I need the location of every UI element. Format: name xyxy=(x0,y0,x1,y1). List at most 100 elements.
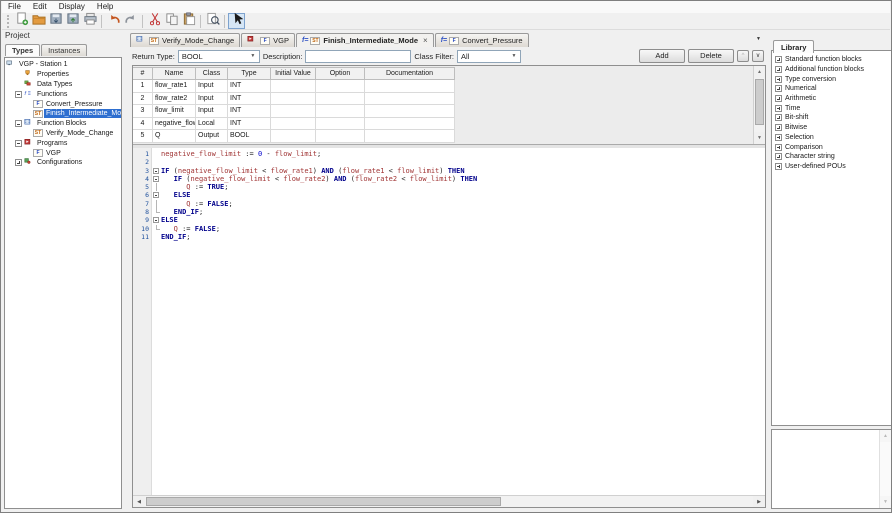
tree-item-vgp[interactable]: FVGP xyxy=(5,148,121,158)
grid-cell[interactable] xyxy=(365,80,455,93)
grid-cell[interactable]: INT xyxy=(228,105,271,118)
grid-header-option[interactable]: Option xyxy=(316,67,365,80)
tree-expander-icon[interactable] xyxy=(775,144,782,151)
new-file-button[interactable] xyxy=(13,13,30,29)
grid-header-documentation[interactable]: Documentation xyxy=(365,67,455,80)
fold-marker-icon[interactable] xyxy=(152,216,161,224)
vscrollbar-thumb[interactable] xyxy=(755,79,764,125)
tree-item-data-types[interactable]: Data Types xyxy=(5,80,121,90)
grid-cell[interactable] xyxy=(316,130,365,143)
tree-item-configurations[interactable]: Configurations xyxy=(5,158,121,168)
library-item-comparison[interactable]: Comparison xyxy=(772,142,891,152)
class-filter-select[interactable]: All ▼ xyxy=(457,50,521,63)
scroll-left-icon[interactable]: ◀ xyxy=(133,496,145,507)
code-line[interactable]: 8 END_IF; xyxy=(133,208,765,216)
library-item-selection[interactable]: Selection xyxy=(772,133,891,143)
library-item-standard-function-blocks[interactable]: Standard function blocks xyxy=(772,55,891,65)
tree-expander-icon[interactable] xyxy=(775,105,782,112)
tree-item-function-blocks[interactable]: Function Blocks xyxy=(5,119,121,129)
library-item-additional-function-blocks[interactable]: Additional function blocks xyxy=(772,65,891,75)
code-line[interactable]: 3IF (negative_flow_limit < flow_rate1) A… xyxy=(133,167,765,175)
tree-expander-icon[interactable] xyxy=(15,91,22,98)
grid-cell[interactable] xyxy=(316,118,365,131)
grid-cell[interactable]: INT xyxy=(228,80,271,93)
grid-header-class[interactable]: Class xyxy=(196,67,228,80)
tree-expander-icon[interactable] xyxy=(775,124,782,131)
tree-expander-icon[interactable] xyxy=(775,114,782,121)
undo-button[interactable] xyxy=(105,13,122,29)
library-item-user-defined-pous[interactable]: User-defined POUs xyxy=(772,162,891,172)
tree-expander-icon[interactable] xyxy=(775,95,782,102)
tree-expander-icon[interactable] xyxy=(15,159,22,166)
grid-cell[interactable] xyxy=(271,80,316,93)
scroll-up-icon[interactable]: ▲ xyxy=(754,66,765,78)
code-line[interactable]: 9ELSE xyxy=(133,216,765,224)
select-cursor-button[interactable] xyxy=(228,13,245,29)
code-line[interactable]: 7 Q := FALSE; xyxy=(133,200,765,208)
project-tab-instances[interactable]: Instances xyxy=(41,44,87,56)
grid-cell[interactable]: Local xyxy=(196,118,228,131)
grid-cell[interactable]: flow_rate1 xyxy=(153,80,196,93)
grid-cell[interactable]: negative_flow_l xyxy=(153,118,196,131)
code-hscrollbar[interactable]: ◀ ▶ xyxy=(133,495,765,507)
tree-expander-icon[interactable] xyxy=(775,66,782,73)
scroll-down-icon[interactable]: ▼ xyxy=(880,496,891,508)
grid-cell[interactable] xyxy=(365,93,455,106)
library-item-time[interactable]: Time xyxy=(772,103,891,113)
tree-item-verify-mode-change[interactable]: STVerify_Mode_Change xyxy=(5,129,121,139)
code-line[interactable]: 5 Q := TRUE; xyxy=(133,183,765,191)
scroll-down-icon[interactable]: ▼ xyxy=(754,132,765,144)
tree-expander-icon[interactable] xyxy=(775,163,782,170)
move-down-button[interactable]: v xyxy=(752,50,764,62)
fold-collapse-icon[interactable] xyxy=(153,168,159,174)
library-detail-vscrollbar[interactable]: ▲ ▼ xyxy=(879,430,891,508)
variable-grid-vscrollbar[interactable]: ▲ ▼ xyxy=(753,66,765,144)
tree-item-convert-pressure[interactable]: FConvert_Pressure xyxy=(5,99,121,109)
tree-expander-icon[interactable] xyxy=(775,56,782,63)
tree-expander-icon[interactable] xyxy=(775,134,782,141)
grid-cell[interactable] xyxy=(271,130,316,143)
grid-cell[interactable]: Output xyxy=(196,130,228,143)
code-editor[interactable]: 1negative_flow_limit := 0 - flow_limit;2… xyxy=(133,148,765,495)
print-button[interactable] xyxy=(81,13,98,29)
hscrollbar-thumb[interactable] xyxy=(146,497,501,506)
tree-item-functions[interactable]: fFunctions xyxy=(5,89,121,99)
tree-expander-icon[interactable] xyxy=(15,140,22,147)
code-line[interactable]: 11END_IF; xyxy=(133,233,765,241)
grid-cell[interactable]: flow_limit xyxy=(153,105,196,118)
tree-item-properties[interactable]: Properties xyxy=(5,70,121,80)
grid-cell[interactable]: Q xyxy=(153,130,196,143)
tree-expander-icon[interactable] xyxy=(775,85,782,92)
tab-overflow-button[interactable]: ▼ xyxy=(752,34,765,45)
library-item-type-conversion[interactable]: Type conversion xyxy=(772,74,891,84)
tree-expander-icon[interactable] xyxy=(775,153,782,160)
grid-cell[interactable]: Input xyxy=(196,105,228,118)
save-as-button[interactable] xyxy=(64,13,81,29)
library-item-arithmetic[interactable]: Arithmetic xyxy=(772,94,891,104)
grid-cell[interactable] xyxy=(316,80,365,93)
library-item-bit-shift[interactable]: Bit-shift xyxy=(772,113,891,123)
grid-cell[interactable]: INT xyxy=(228,93,271,106)
description-input[interactable] xyxy=(305,50,411,63)
cut-button[interactable] xyxy=(146,13,163,29)
grid-cell[interactable] xyxy=(316,105,365,118)
tree-item-vgp-station-1[interactable]: VGP - Station 1 xyxy=(5,60,121,70)
library-item-numerical[interactable]: Numerical xyxy=(772,84,891,94)
tree-item-finish-intermediate-mode[interactable]: STFinish_Intermediate_Mode xyxy=(5,109,121,119)
grid-cell[interactable] xyxy=(271,105,316,118)
code-line[interactable]: 2 xyxy=(133,158,765,166)
tree-item-programs[interactable]: Programs xyxy=(5,138,121,148)
tree-expander-icon[interactable] xyxy=(15,120,22,127)
return-type-select[interactable]: BOOL ▼ xyxy=(178,50,260,63)
editor-tab-convert_pressure[interactable]: f=FConvert_Pressure xyxy=(435,33,529,47)
save-button[interactable] xyxy=(47,13,64,29)
library-item-character-string[interactable]: Character string xyxy=(772,152,891,162)
editor-tab-vgp[interactable]: FVGP xyxy=(241,33,295,47)
grid-cell[interactable]: BOOL xyxy=(228,130,271,143)
grid-cell[interactable] xyxy=(365,105,455,118)
code-line[interactable]: 1negative_flow_limit := 0 - flow_limit; xyxy=(133,150,765,158)
code-line[interactable]: 4 IF (negative_flow_limit < flow_rate2) … xyxy=(133,175,765,183)
fold-marker-icon[interactable] xyxy=(152,175,161,183)
fold-marker-icon[interactable] xyxy=(152,191,161,199)
add-button[interactable]: Add xyxy=(639,49,685,63)
